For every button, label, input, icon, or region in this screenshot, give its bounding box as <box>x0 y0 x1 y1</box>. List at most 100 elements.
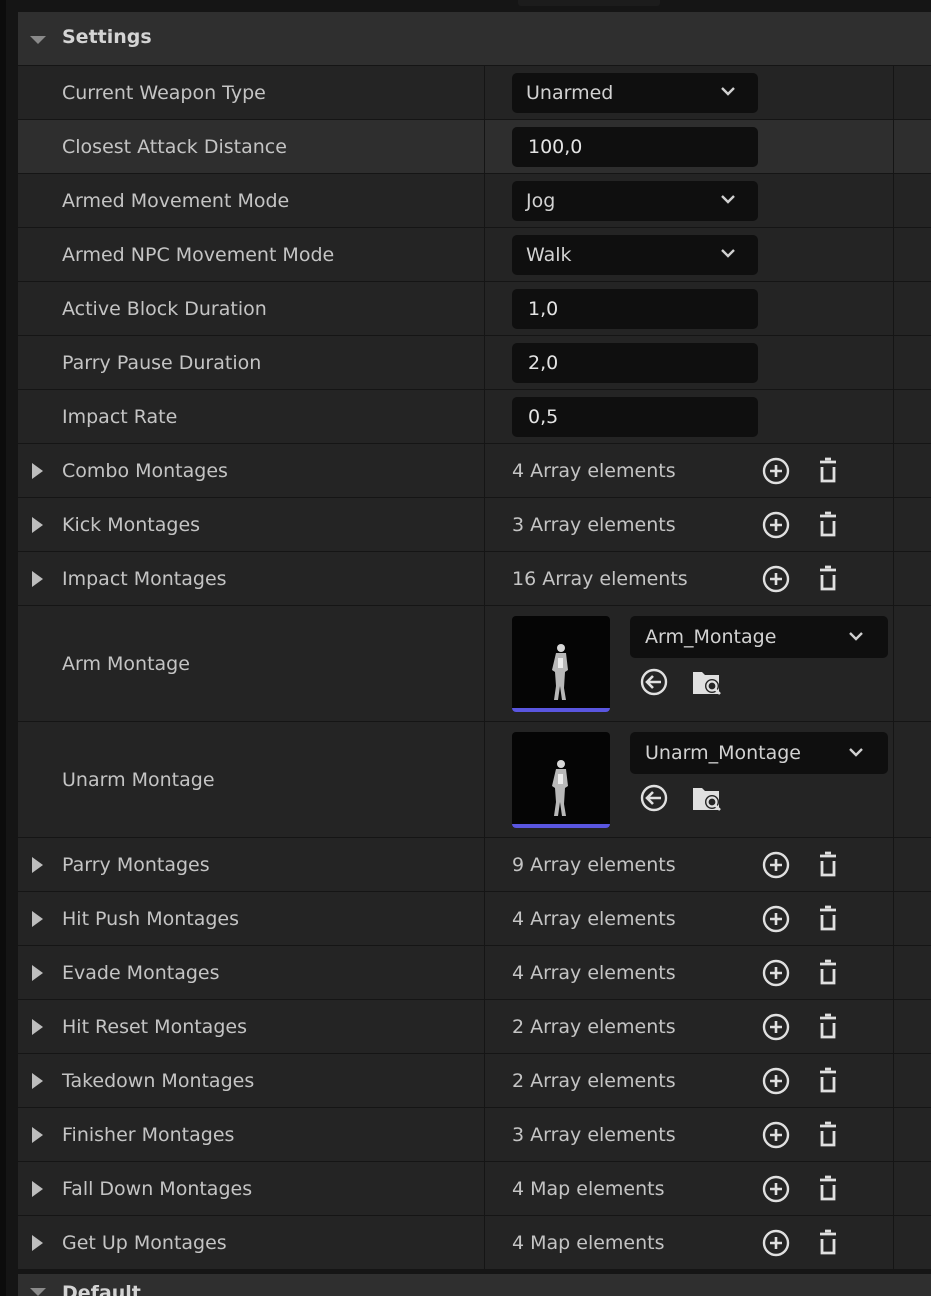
property-row-kick-montages: Kick Montages 3 Array elements <box>18 498 931 552</box>
expand-arrow-icon[interactable] <box>32 1180 43 1197</box>
expand-arrow-icon[interactable] <box>32 1018 43 1035</box>
armed-movement-mode-dropdown[interactable]: Jog <box>512 181 758 221</box>
armed-npc-movement-mode-dropdown[interactable]: Walk <box>512 235 758 275</box>
value-cell: 16 Array elements <box>486 552 893 605</box>
dropdown-value: Jog <box>526 190 556 212</box>
expand-arrow-icon[interactable] <box>32 570 43 587</box>
array-count: 4 Array elements <box>512 907 676 930</box>
trash-icon[interactable] <box>812 563 844 595</box>
arm-montage-asset-picker[interactable]: Arm_Montage <box>630 616 888 658</box>
add-element-icon[interactable] <box>760 849 792 881</box>
name-cell: Active Block Duration <box>18 282 485 335</box>
map-count: 4 Map elements <box>512 1231 665 1254</box>
add-element-icon[interactable] <box>760 1227 792 1259</box>
expand-arrow-icon[interactable] <box>32 462 43 479</box>
trash-icon[interactable] <box>812 455 844 487</box>
weapon-type-dropdown[interactable]: Unarmed <box>512 73 758 113</box>
expand-arrow-icon[interactable] <box>32 856 43 873</box>
name-cell: Fall Down Montages <box>18 1162 485 1215</box>
collapse-arrow-icon[interactable] <box>30 36 46 44</box>
active-block-duration-input[interactable]: 1,0 <box>512 289 758 329</box>
add-element-icon[interactable] <box>760 957 792 989</box>
property-label: Unarm Montage <box>62 768 215 791</box>
asset-thumbnail[interactable] <box>512 732 610 828</box>
add-element-icon[interactable] <box>760 903 792 935</box>
property-label: Get Up Montages <box>62 1231 227 1254</box>
chevron-down-icon <box>721 195 735 204</box>
asset-actions <box>638 666 738 700</box>
value-cell: 0,5 <box>486 390 893 443</box>
name-cell: Parry Pause Duration <box>18 336 485 389</box>
expand-arrow-icon[interactable] <box>32 964 43 981</box>
property-row-impact-montages: Impact Montages 16 Array elements <box>18 552 931 606</box>
expand-arrow-icon[interactable] <box>32 1234 43 1251</box>
trash-icon[interactable] <box>812 1173 844 1205</box>
name-cell: Kick Montages <box>18 498 485 551</box>
trash-icon[interactable] <box>812 1065 844 1097</box>
property-row-armed-movement-mode: Armed Movement Mode Jog <box>18 174 931 228</box>
property-row-evade-montages: Evade Montages 4 Array elements <box>18 946 931 1000</box>
property-label: Hit Push Montages <box>62 907 240 930</box>
value-cell: 3 Array elements <box>486 1108 893 1161</box>
unarm-montage-asset-picker[interactable]: Unarm_Montage <box>630 732 888 774</box>
reset-cell <box>893 838 931 891</box>
property-label: Impact Rate <box>62 405 178 428</box>
property-label: Hit Reset Montages <box>62 1015 247 1038</box>
use-selected-asset-icon[interactable] <box>638 666 670 698</box>
value-cell: Arm_Montage <box>486 606 893 721</box>
browse-asset-icon[interactable] <box>690 782 724 816</box>
add-element-icon[interactable] <box>760 1173 792 1205</box>
asset-name: Arm_Montage <box>645 626 777 648</box>
reset-cell <box>893 498 931 551</box>
property-row-hit-reset-montages: Hit Reset Montages 2 Array elements <box>18 1000 931 1054</box>
property-row-parry-montages: Parry Montages 9 Array elements <box>18 838 931 892</box>
name-cell: Arm Montage <box>18 606 485 721</box>
add-element-icon[interactable] <box>760 1011 792 1043</box>
property-row-current-weapon-type: Current Weapon Type Unarmed <box>18 66 931 120</box>
property-label: Combo Montages <box>62 459 228 482</box>
reset-cell <box>893 1162 931 1215</box>
trash-icon[interactable] <box>812 509 844 541</box>
property-label: Takedown Montages <box>62 1069 255 1092</box>
collapse-arrow-icon[interactable] <box>30 1288 46 1296</box>
dropdown-value: Unarmed <box>526 82 614 104</box>
add-element-icon[interactable] <box>760 563 792 595</box>
expand-arrow-icon[interactable] <box>32 1072 43 1089</box>
property-label: Parry Pause Duration <box>62 351 262 374</box>
expand-arrow-icon[interactable] <box>32 1126 43 1143</box>
reset-cell <box>893 722 931 837</box>
trash-icon[interactable] <box>812 1119 844 1151</box>
property-row-get-up-montages: Get Up Montages 4 Map elements <box>18 1216 931 1270</box>
category-header-default[interactable]: Default <box>18 1274 931 1296</box>
trash-icon[interactable] <box>812 957 844 989</box>
value-cell: Unarm_Montage <box>486 722 893 837</box>
expand-arrow-icon[interactable] <box>32 516 43 533</box>
name-cell: Impact Rate <box>18 390 485 443</box>
expand-arrow-icon[interactable] <box>32 910 43 927</box>
property-label: Fall Down Montages <box>62 1177 253 1200</box>
category-header-settings[interactable]: Settings <box>18 12 931 66</box>
name-cell: Hit Push Montages <box>18 892 485 945</box>
closest-attack-distance-input[interactable]: 100,0 <box>512 127 758 167</box>
asset-thumbnail[interactable] <box>512 616 610 712</box>
add-element-icon[interactable] <box>760 1065 792 1097</box>
add-element-icon[interactable] <box>760 509 792 541</box>
parry-pause-duration-input[interactable]: 2,0 <box>512 343 758 383</box>
property-row-arm-montage: Arm Montage Arm_Montage <box>18 606 931 722</box>
trash-icon[interactable] <box>812 1227 844 1259</box>
browse-asset-icon[interactable] <box>690 666 724 700</box>
trash-icon[interactable] <box>812 849 844 881</box>
array-count: 2 Array elements <box>512 1069 676 1092</box>
asset-name: Unarm_Montage <box>645 742 801 764</box>
add-element-icon[interactable] <box>760 455 792 487</box>
value-cell: 4 Array elements <box>486 892 893 945</box>
impact-rate-input[interactable]: 0,5 <box>512 397 758 437</box>
character-figure-icon <box>552 644 568 700</box>
property-label: Kick Montages <box>62 513 201 536</box>
chevron-down-icon <box>849 748 863 757</box>
add-element-icon[interactable] <box>760 1119 792 1151</box>
reset-cell <box>893 946 931 999</box>
trash-icon[interactable] <box>812 1011 844 1043</box>
trash-icon[interactable] <box>812 903 844 935</box>
use-selected-asset-icon[interactable] <box>638 782 670 814</box>
